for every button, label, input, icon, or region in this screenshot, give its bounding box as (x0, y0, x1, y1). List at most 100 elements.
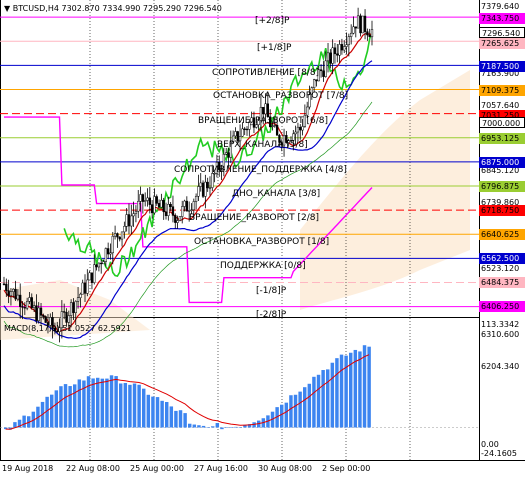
macd-histogram-bar (192, 424, 197, 428)
candle-body (329, 52, 332, 64)
macd-histogram-bar (178, 410, 183, 428)
macd-histogram-bar (201, 425, 206, 428)
candle-body (125, 214, 128, 227)
candle-body (169, 203, 172, 207)
level-label-7of8: ОСТАНОВКА_РАЗВОРОТ [7/8] (213, 91, 349, 101)
macd-histogram-bar (284, 402, 289, 428)
candle-body (120, 231, 124, 240)
candle-body (74, 301, 77, 313)
candle-body (350, 32, 353, 37)
macd-histogram-bar (137, 384, 141, 428)
candle-body (100, 262, 103, 265)
candle-body (155, 196, 158, 204)
candle-body (336, 53, 339, 56)
candle-body (30, 297, 33, 308)
level-label-4of8: СОПРОТИВЛЕНИЕ_ПОДДЕРЖКА [4/8] (174, 165, 347, 175)
time-label: 30 Aug 08:00 (258, 464, 312, 473)
candle-body (266, 103, 269, 118)
macd-histogram-bar (123, 382, 128, 428)
candle-body (206, 181, 209, 189)
candle-body (190, 209, 193, 211)
macd-axis-max: 113.3342 (481, 320, 520, 329)
candle-body (148, 197, 151, 205)
candle-body (14, 288, 17, 300)
macd-histogram-bar (132, 383, 137, 428)
candle-body (243, 128, 246, 130)
price-tick: 7057.640 (481, 101, 520, 110)
chart-window[interactable]: ▼ BTCUSD,H4 7302.870 7334.990 7295.290 7… (0, 0, 525, 482)
macd-histogram-bar (160, 400, 164, 428)
price-tick: 6310.600 (481, 330, 520, 339)
candle-body (345, 44, 348, 47)
level-label-1of8: ОСТАНОВКА_РАЗВОРОТ [1/8] (194, 237, 330, 247)
candle-body (356, 15, 360, 29)
candle-body (322, 70, 325, 77)
candle-body (5, 283, 8, 291)
price-box-minus1: 6484.375 (479, 277, 525, 288)
candle-body (181, 206, 184, 217)
candle-body (107, 248, 110, 255)
macd-histogram-bar (280, 404, 284, 428)
candle-body (326, 52, 330, 62)
macd-histogram-bar (86, 376, 91, 428)
macd-histogram-bar (77, 379, 82, 428)
candle-body (340, 44, 344, 51)
chart-header: ▼ BTCUSD,H4 7302.870 7334.990 7295.290 7… (4, 4, 222, 13)
macd-histogram-bar (321, 370, 325, 428)
candle-body (37, 307, 40, 321)
candle-body (227, 152, 230, 158)
candle-body (137, 201, 140, 212)
macd-histogram-bar (22, 415, 26, 428)
macd-histogram-bar (114, 376, 118, 428)
candle-body (296, 126, 300, 133)
candle-body (204, 181, 207, 197)
candle-body (150, 204, 154, 214)
candle-body (118, 236, 121, 240)
macd-histogram-bar (68, 386, 72, 428)
macd-histogram-bar (220, 427, 224, 430)
candle-body (111, 235, 114, 254)
candle-body (354, 26, 357, 29)
price-box-5of8: 6953.125 (479, 133, 525, 144)
macd-main-value: 51.0527 (62, 324, 96, 333)
macd-histogram-bar (367, 346, 371, 428)
candle-body (245, 128, 249, 131)
macd-histogram-bar (73, 384, 77, 428)
candle-body (79, 293, 82, 298)
candle-body (271, 125, 274, 128)
candle-body (338, 44, 341, 56)
candle-body (167, 203, 170, 216)
candle-body (315, 79, 318, 82)
macd-axis-zero: 0.00 (481, 440, 499, 449)
macd-histogram-bar (63, 384, 68, 428)
macd-histogram-bar (215, 423, 220, 428)
header-high: 7334.990 (102, 4, 141, 13)
candle-body (164, 211, 168, 216)
macd-histogram-bar (211, 426, 215, 428)
candle-body (370, 29, 374, 38)
macd-histogram-bar (206, 427, 210, 428)
level-label-2of8: ВРАЩЕНИЕ_РАЗВОРОТ [2/8] (189, 213, 319, 223)
price-box-minus2: 6406.250 (479, 301, 525, 312)
candle-body (93, 264, 96, 283)
header-close: 7296.540 (183, 4, 222, 13)
macd-histogram-bar (54, 390, 59, 428)
candle-body (32, 305, 36, 308)
macd-histogram-bar (197, 425, 201, 428)
candle-body (65, 312, 68, 323)
macd-histogram-bar (316, 374, 321, 428)
macd-histogram-bar (109, 375, 114, 428)
candle-body (25, 301, 29, 309)
candle-body (312, 79, 316, 88)
price-tick: 6523.120 (481, 264, 520, 273)
macd-histogram-bar (151, 396, 155, 428)
macd-signal-value: 62.5921 (97, 324, 131, 333)
level-label-5of8: ВЕРХ_КАНАЛА [5/8] (217, 140, 308, 150)
header-triangle-icon: ▼ (4, 4, 11, 13)
candle-body (306, 106, 309, 116)
candle-body (76, 297, 80, 302)
macd-histogram-bar (307, 383, 312, 428)
candle-body (12, 288, 15, 292)
price-box-1of8: 6640.625 (479, 229, 525, 240)
candle-body (234, 131, 237, 137)
